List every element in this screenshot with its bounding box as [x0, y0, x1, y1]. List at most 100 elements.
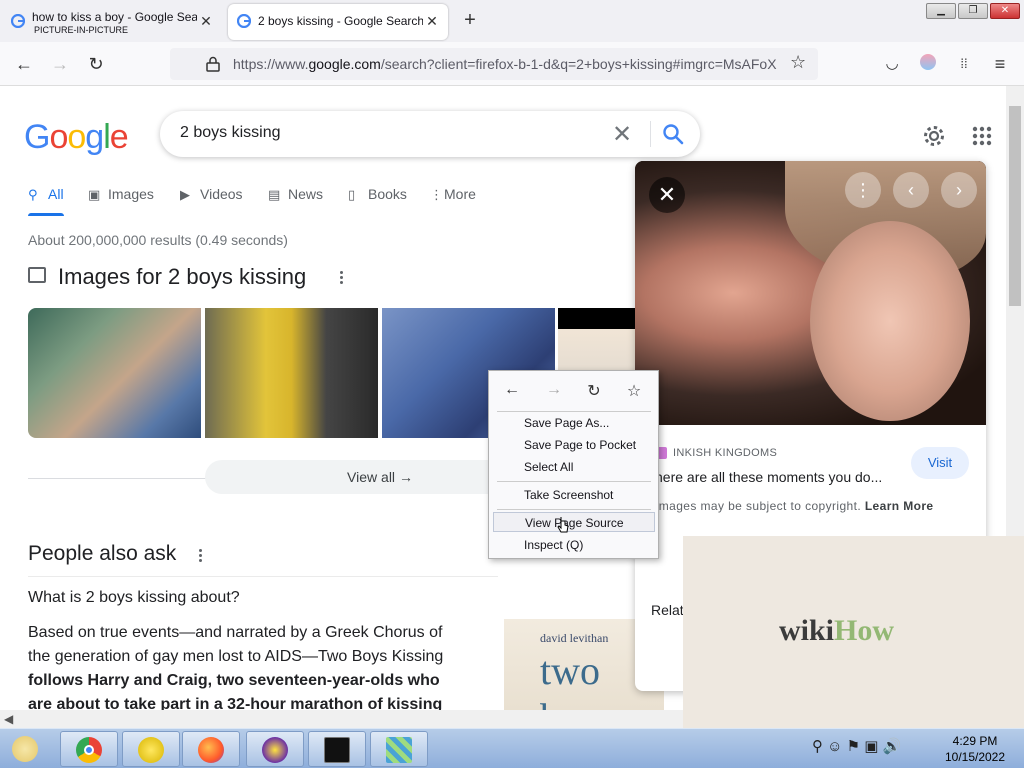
search-input[interactable]: 2 boys kissing: [180, 124, 281, 142]
result-stats: About 200,000,000 results (0.49 seconds): [28, 232, 288, 248]
browser-tab-2-boys-kissing[interactable]: 2 boys kissing - Google Search ✕: [228, 4, 448, 40]
preview-image[interactable]: [635, 161, 986, 425]
google-apps-icon[interactable]: [970, 124, 994, 148]
pocket-icon[interactable]: ◡: [880, 52, 904, 76]
tab-videos[interactable]: ▶ Videos: [180, 186, 243, 216]
paa-answer: Based on true events—and narrated by a G…: [28, 624, 444, 710]
tab-all[interactable]: ⚲ All: [28, 186, 64, 216]
close-tab-icon[interactable]: ✕: [198, 13, 214, 29]
active-tab-underline: [28, 213, 64, 216]
network-grid-taskbar-icon[interactable]: [370, 731, 428, 767]
tab-images[interactable]: ▣ Images: [88, 186, 154, 216]
next-image-chevron-icon[interactable]: ›: [941, 172, 977, 208]
section-divider: [28, 576, 498, 577]
menu-item-save-to-pocket[interactable]: Save Page to Pocket: [493, 435, 655, 455]
lock-icon[interactable]: [206, 56, 220, 72]
more-options-icon[interactable]: [197, 547, 203, 565]
menu-item-save-page-as[interactable]: Save Page As...: [493, 413, 655, 433]
settings-gear-icon[interactable]: [922, 124, 946, 148]
more-vert-icon[interactable]: ⋮: [845, 172, 881, 208]
maximize-window-button[interactable]: ❐: [958, 3, 988, 19]
google-logo-letter: o: [49, 118, 68, 156]
back-arrow-icon[interactable]: ←: [12, 52, 36, 76]
hamburger-menu-icon[interactable]: ≡: [988, 52, 1012, 76]
more-vert-icon: ⋮: [430, 187, 443, 202]
url-text[interactable]: https://www.google.com/search?client=fir…: [233, 56, 778, 72]
image-source-name[interactable]: INKISH KINGDOMS: [673, 447, 777, 459]
mouse-cursor-icon: [557, 517, 569, 533]
tab-title: 2 boys kissing - Google Search: [258, 14, 423, 28]
account-avatar-icon[interactable]: [916, 52, 940, 76]
tab-more[interactable]: ⋮More: [430, 186, 476, 216]
forward-arrow-icon[interactable]: →: [48, 52, 72, 76]
google-logo[interactable]: Google: [24, 118, 129, 157]
menu-separator: [497, 509, 651, 510]
reload-icon[interactable]: ↻: [84, 52, 108, 76]
search-box[interactable]: 2 boys kissing ✕: [160, 111, 700, 157]
arrow-right-icon: →: [398, 469, 413, 485]
picture-in-picture-window[interactable]: wikiHow: [683, 536, 1024, 728]
menu-item-inspect[interactable]: Inspect (Q): [493, 535, 655, 555]
system-tray-icons[interactable]: ⚲ ☺ ⚑ ▣ 🔊: [812, 737, 901, 755]
taskbar: ⚲ ☺ ⚑ ▣ 🔊 4:29 PM 10/15/2022: [0, 728, 1024, 768]
google-favicon-icon: [11, 14, 25, 28]
chrome-taskbar-icon[interactable]: [60, 731, 118, 767]
scrollbar-thumb[interactable]: [1009, 106, 1021, 306]
extensions-icon[interactable]: ⁞⁞: [952, 52, 976, 76]
image-icon: ▣: [88, 187, 101, 202]
bookmark-star-icon[interactable]: ☆: [623, 381, 645, 401]
google-favicon-icon: [237, 14, 251, 28]
close-tab-icon[interactable]: ✕: [424, 13, 440, 29]
menu-item-select-all[interactable]: Select All: [493, 457, 655, 477]
minimize-window-button[interactable]: ▁: [926, 3, 956, 19]
section-divider: [28, 478, 208, 479]
bookmark-star-icon[interactable]: ☆: [790, 52, 806, 73]
visit-button[interactable]: Visit: [911, 447, 969, 479]
navigation-toolbar: ← → ↻ ⛉ https://www.google.com/search?cl…: [0, 42, 1024, 86]
google-logo-letter: o: [67, 118, 86, 156]
image-detail: [810, 221, 970, 421]
menu-separator: [497, 411, 651, 412]
tab-books[interactable]: ▯ Books: [348, 186, 407, 216]
image-result-thumbnail[interactable]: [28, 308, 201, 438]
play-icon: ▶: [180, 187, 190, 202]
search-icon: ⚲: [28, 187, 38, 202]
browser-tab-kiss-a-boy[interactable]: how to kiss a boy - Google Search PICTUR…: [2, 4, 222, 40]
clear-search-icon[interactable]: ✕: [612, 120, 632, 149]
learn-more-link[interactable]: Learn More: [865, 499, 934, 513]
google-logo-letter: e: [109, 118, 129, 156]
related-images-heading: Relat: [651, 602, 684, 618]
previous-image-chevron-icon[interactable]: ‹: [893, 172, 929, 208]
copyright-notice: Images may be subject to copyright. Lear…: [655, 499, 934, 513]
images-section-heading: Images for 2 boys kissing: [28, 264, 306, 290]
reload-icon[interactable]: ↻: [583, 381, 605, 401]
yahoo-messenger-taskbar-icon[interactable]: [246, 731, 304, 767]
close-panel-icon[interactable]: ✕: [649, 177, 685, 213]
more-options-icon[interactable]: [338, 269, 344, 287]
yellow-folks-taskbar-icon[interactable]: [122, 731, 180, 767]
menu-item-view-page-source[interactable]: View Page Source: [493, 512, 655, 532]
address-bar[interactable]: https://www.google.com/search?client=fir…: [170, 48, 818, 80]
start-button[interactable]: [2, 731, 54, 767]
new-tab-plus-icon[interactable]: +: [460, 10, 480, 32]
search-icon[interactable]: [660, 121, 686, 147]
firefox-taskbar-icon[interactable]: [182, 731, 240, 767]
back-arrow-icon[interactable]: ←: [501, 381, 523, 401]
image-title-link[interactable]: here are all these moments you do...: [655, 469, 882, 485]
google-logo-letter: G: [24, 118, 50, 156]
tab-news[interactable]: ▤ News: [268, 186, 323, 216]
menu-item-take-screenshot[interactable]: Take Screenshot: [493, 485, 655, 505]
people-also-ask-heading: People also ask: [28, 542, 177, 565]
forward-arrow-icon[interactable]: →: [543, 381, 565, 401]
menu-separator: [497, 481, 651, 482]
tab-subtitle: PICTURE-IN-PICTURE: [34, 25, 128, 35]
scroll-left-arrow-icon[interactable]: ◀: [4, 712, 13, 726]
system-clock[interactable]: 4:29 PM 10/15/2022: [940, 733, 1010, 765]
close-window-button[interactable]: ✕: [990, 3, 1020, 19]
image-icon: [28, 267, 46, 283]
wikihow-logo: wikiHow: [779, 614, 895, 647]
image-result-thumbnail[interactable]: [205, 308, 378, 438]
tab-title: how to kiss a boy - Google Search: [32, 10, 197, 24]
command-prompt-taskbar-icon[interactable]: [308, 731, 366, 767]
paa-question[interactable]: What is 2 boys kissing about?: [28, 589, 240, 607]
